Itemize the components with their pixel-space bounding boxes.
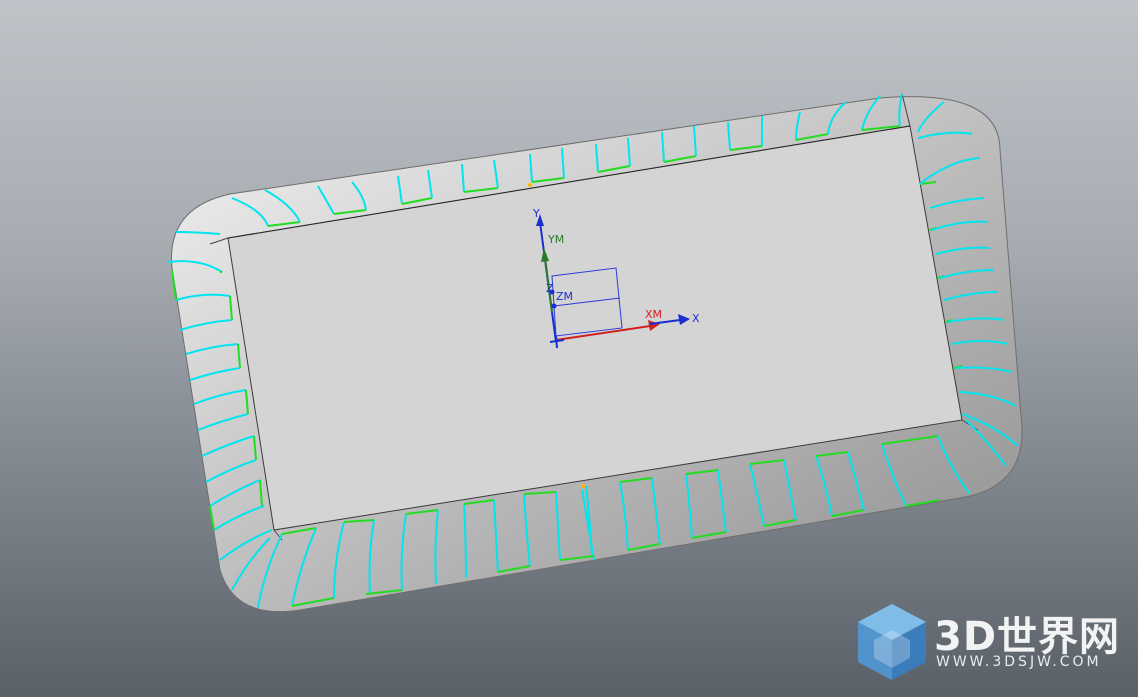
cad-scene[interactable]: Y YM Z ZM XM X xyxy=(0,0,1138,697)
cube-logo-icon xyxy=(858,604,926,680)
zm-origin-dot[interactable] xyxy=(551,303,557,309)
zm-axis-label: ZM xyxy=(556,290,573,303)
y-axis-label: Y xyxy=(532,207,540,220)
ym-axis-label: YM xyxy=(547,233,564,246)
watermark-url: WWW.3DSJW.COM xyxy=(936,654,1102,670)
point-marker-top[interactable] xyxy=(528,183,532,187)
z-axis-label: Z xyxy=(546,282,554,295)
xm-axis-label: XM xyxy=(645,308,662,321)
x-axis-label: X xyxy=(692,312,700,325)
point-marker-bottom[interactable] xyxy=(581,484,585,488)
graphics-viewport[interactable]: Y YM Z ZM XM X 3D世界网 WWW.3DSJW.COM xyxy=(0,0,1138,697)
watermark: 3D世界网 WWW.3DSJW.COM xyxy=(852,600,1128,684)
origin-cross-v xyxy=(555,335,558,349)
part-body[interactable] xyxy=(170,93,1023,613)
